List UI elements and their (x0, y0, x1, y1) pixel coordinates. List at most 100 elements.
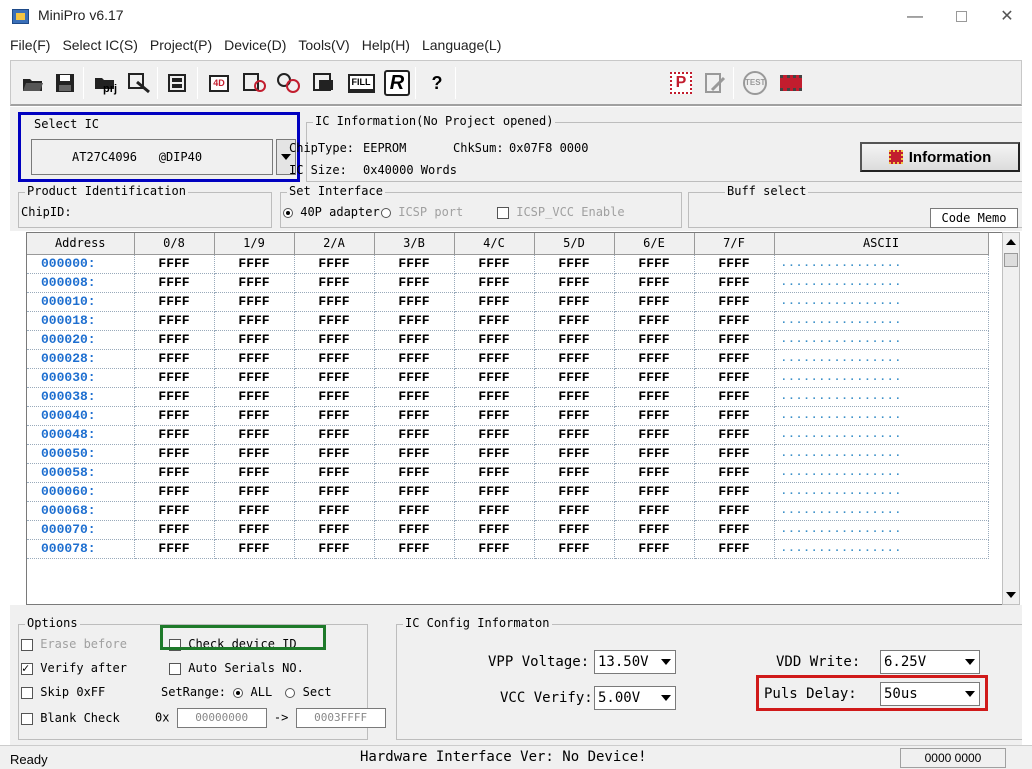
hex-grid[interactable]: Address 0/8 1/9 2/A 3/B 4/C 5/D 6/E 7/F … (26, 232, 1020, 605)
hex-cell[interactable]: FFFF (694, 482, 775, 502)
hex-cell[interactable]: FFFF (294, 273, 375, 293)
hex-cell[interactable]: FFFF (374, 539, 455, 559)
verify-after-checkbox[interactable]: Verify after (21, 661, 127, 675)
ascii-cell[interactable]: ................ (774, 349, 989, 369)
hex-cell[interactable]: FFFF (454, 368, 535, 388)
ascii-cell[interactable]: ................ (774, 254, 989, 274)
hex-cell[interactable]: FFFF (694, 406, 775, 426)
hex-cell[interactable]: FFFF (454, 463, 535, 483)
hex-cell[interactable]: FFFF (374, 273, 455, 293)
hex-cell[interactable]: FFFF (534, 254, 615, 274)
hex-cell[interactable]: FFFF (614, 501, 695, 521)
hex-cell[interactable]: FFFF (534, 368, 615, 388)
hex-cell[interactable]: FFFF (294, 311, 375, 331)
hex-cell[interactable]: FFFF (134, 425, 215, 445)
hex-cell[interactable]: FFFF (694, 444, 775, 464)
hex-cell[interactable]: FFFF (614, 520, 695, 540)
hex-cell[interactable]: FFFF (374, 520, 455, 540)
code-memo-button[interactable]: Code Memo (930, 208, 1018, 228)
hex-cell[interactable]: FFFF (454, 425, 535, 445)
hex-cell[interactable]: FFFF (614, 330, 695, 350)
hex-cell[interactable]: FFFF (134, 501, 215, 521)
hex-cell[interactable]: FFFF (214, 349, 295, 369)
ascii-cell[interactable]: ................ (774, 520, 989, 540)
hex-cell[interactable]: FFFF (694, 292, 775, 312)
chip-icon[interactable] (777, 69, 805, 97)
hex-cell[interactable]: FFFF (294, 425, 375, 445)
ascii-cell[interactable]: ................ (774, 539, 989, 559)
hex-cell[interactable]: FFFF (214, 463, 295, 483)
ascii-cell[interactable]: ................ (774, 501, 989, 521)
hex-cell[interactable]: FFFF (614, 292, 695, 312)
menu-select-ic[interactable]: Select IC(S) (56, 34, 143, 58)
hex-cell[interactable]: FFFF (534, 425, 615, 445)
ascii-cell[interactable]: ................ (774, 311, 989, 331)
hex-cell[interactable]: FFFF (694, 501, 775, 521)
menu-file[interactable]: File(F) (0, 34, 56, 58)
ascii-cell[interactable]: ................ (774, 425, 989, 445)
hex-cell[interactable]: FFFF (214, 311, 295, 331)
hex-cell[interactable]: FFFF (454, 482, 535, 502)
hex-cell[interactable]: FFFF (374, 425, 455, 445)
hex-cell[interactable]: FFFF (374, 330, 455, 350)
hex-cell[interactable]: FFFF (214, 273, 295, 293)
ascii-cell[interactable]: ................ (774, 292, 989, 312)
hex-cell[interactable]: FFFF (294, 482, 375, 502)
ascii-cell[interactable]: ................ (774, 387, 989, 407)
hex-cell[interactable]: FFFF (614, 254, 695, 274)
hex-cell[interactable]: FFFF (134, 387, 215, 407)
hex-cell[interactable]: FFFF (134, 539, 215, 559)
open-project-icon[interactable]: prj (89, 69, 121, 97)
hex-cell[interactable]: FFFF (454, 501, 535, 521)
range-end-input[interactable]: 0003FFFF (295, 708, 386, 728)
icsp-radio-option[interactable]: ICSP port (381, 205, 463, 219)
hex-cell[interactable]: FFFF (614, 349, 695, 369)
hex-cell[interactable]: FFFF (534, 444, 615, 464)
hex-cell[interactable]: FFFF (214, 520, 295, 540)
close-button[interactable]: ✕ (984, 4, 1030, 30)
hex-cell[interactable]: FFFF (694, 330, 775, 350)
erase-icon[interactable] (311, 69, 339, 97)
skip-ff-checkbox[interactable]: Skip 0xFF (21, 685, 105, 699)
vcc-verify-select[interactable]: 5.00V (594, 686, 676, 710)
hex-cell[interactable]: FFFF (374, 406, 455, 426)
range-all-option[interactable]: ALL (233, 685, 272, 699)
hex-cell[interactable]: FFFF (294, 501, 375, 521)
scroll-up-button[interactable] (1003, 233, 1019, 251)
ascii-cell[interactable]: ................ (774, 444, 989, 464)
hex-cell[interactable]: FFFF (614, 406, 695, 426)
hex-cell[interactable]: FFFF (534, 311, 615, 331)
hex-cell[interactable]: FFFF (614, 539, 695, 559)
hex-cell[interactable]: FFFF (134, 292, 215, 312)
hex-cell[interactable]: FFFF (374, 444, 455, 464)
hex-cell[interactable]: FFFF (374, 501, 455, 521)
range-sect-option[interactable]: Sect (285, 685, 332, 699)
ascii-cell[interactable]: ................ (774, 406, 989, 426)
hex-cell[interactable]: FFFF (134, 273, 215, 293)
menu-tools[interactable]: Tools(V) (292, 34, 355, 58)
hex-cell[interactable]: FFFF (694, 387, 775, 407)
adapter-radio-option[interactable]: 40P adapter (283, 205, 380, 219)
hex-cell[interactable]: FFFF (214, 292, 295, 312)
hex-cell[interactable]: FFFF (374, 368, 455, 388)
hex-cell[interactable]: FFFF (134, 406, 215, 426)
hex-cell[interactable]: FFFF (134, 482, 215, 502)
hex-cell[interactable]: FFFF (694, 520, 775, 540)
hex-cell[interactable]: FFFF (534, 273, 615, 293)
hex-cell[interactable]: FFFF (534, 292, 615, 312)
hex-cell[interactable]: FFFF (694, 463, 775, 483)
auto-serials-checkbox[interactable]: Auto Serials NO. (169, 661, 304, 675)
hex-cell[interactable]: FFFF (694, 539, 775, 559)
hex-cell[interactable]: FFFF (614, 444, 695, 464)
ascii-cell[interactable]: ................ (774, 330, 989, 350)
hex-cell[interactable]: FFFF (534, 387, 615, 407)
hex-cell[interactable]: FFFF (694, 368, 775, 388)
hex-cell[interactable]: FFFF (614, 425, 695, 445)
erase-before-checkbox[interactable]: Erase before (21, 637, 127, 651)
hex-cell[interactable]: FFFF (134, 311, 215, 331)
icsp-vcc-checkbox[interactable]: ICSP_VCC Enable (497, 205, 625, 219)
hex-cell[interactable]: FFFF (214, 254, 295, 274)
hex-cell[interactable]: FFFF (614, 368, 695, 388)
hex-cell[interactable]: FFFF (134, 463, 215, 483)
verify-icon[interactable] (241, 69, 269, 97)
